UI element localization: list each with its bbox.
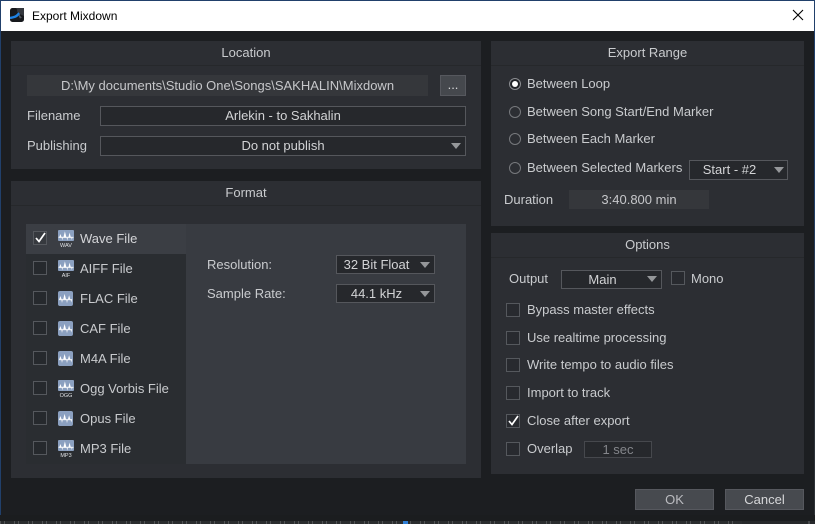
svg-text:AIF: AIF	[62, 273, 71, 278]
svg-text:WAV: WAV	[60, 243, 72, 248]
svg-text:MP3: MP3	[60, 453, 71, 458]
svg-text:OGG: OGG	[60, 393, 73, 398]
